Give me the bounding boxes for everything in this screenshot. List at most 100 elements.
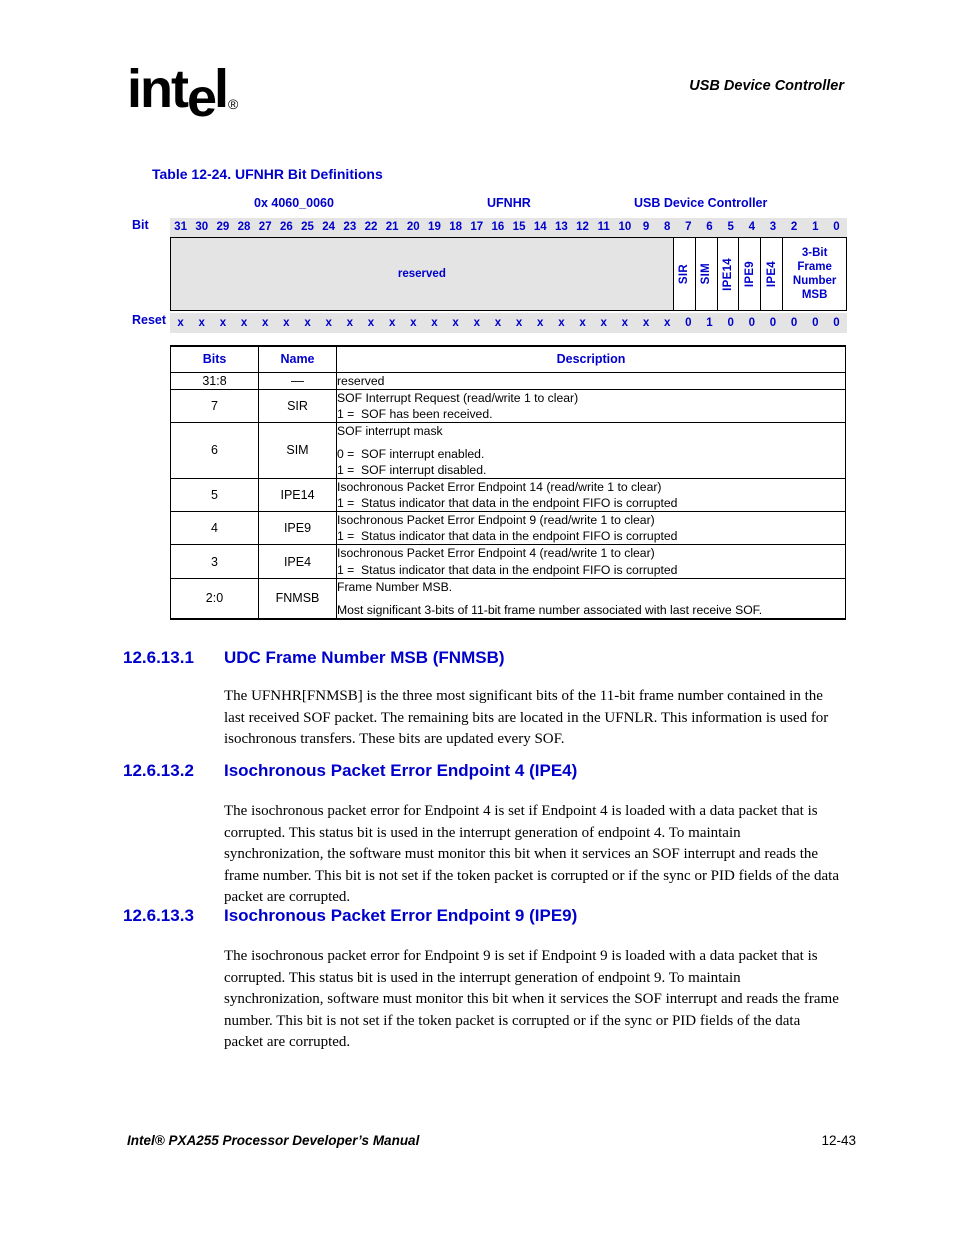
table-row: 6 SIM SOF interrupt mask 0 = SOF interrupt … xyxy=(170,421,846,480)
reset-value-bit-27: x xyxy=(262,317,269,329)
bit-field-row: reserved SIR SIM IPE14 IPE9 IPE4 3-Bit Frame Num… xyxy=(170,237,847,311)
section-title: Isochronous Packet Error Endpoint 4 (IPE… xyxy=(224,761,578,780)
reset-value-bit-26: x xyxy=(283,317,290,329)
description-line: 1 = Status indicator that data in the en… xyxy=(337,496,678,511)
cell-description: reserved xyxy=(336,371,846,390)
reset-value-bit-15: x xyxy=(515,317,523,329)
reset-value-bit-12: x xyxy=(579,317,586,329)
section-body: The UFNHR[FNMSB] is the three most signi… xyxy=(224,688,829,748)
bit-number-19: 19 xyxy=(428,221,441,233)
page-header: intel® USB Device Controller xyxy=(0,0,954,150)
table-row: 5 IPE14 Isochronous Packet Error Endpoint … xyxy=(170,478,846,513)
description-line: 0 = SOF interrupt enabled. xyxy=(337,446,485,461)
table-row: 3 IPE4 Isochronous Packet Error Endpoint 4… xyxy=(170,544,846,579)
bit-number-4: 4 xyxy=(748,221,755,233)
section-12-6-13-2: 12.6.13.2 Isochronous Packet Error Endpo… xyxy=(0,761,954,909)
section-heading: 12.6.13.2 Isochronous Packet Error Endpo… xyxy=(0,761,954,785)
bit-number-5: 5 xyxy=(727,221,734,233)
reset-value-bit-4: 0 xyxy=(748,317,755,329)
bit-field-sim: SIM xyxy=(695,238,718,310)
bit-field-label: IPE4 xyxy=(765,260,778,288)
reset-value-bit-14: x xyxy=(537,317,544,329)
reset-value-bit-23: x xyxy=(346,317,354,329)
cell-description: Isochronous Packet Error Endpoint 4 (rea… xyxy=(336,544,846,579)
footer-page-number: 12-43 xyxy=(821,1133,856,1148)
description-line: Frame Number MSB. xyxy=(337,579,453,594)
reset-value-bit-16: x xyxy=(494,317,502,329)
column-header-name: Name xyxy=(258,345,337,373)
table-row: 31:8— reserved xyxy=(170,371,846,390)
cell-bits: 5 xyxy=(170,478,259,513)
reset-value-bit-8: x xyxy=(663,317,671,329)
bit-grid: Bit 31 30 29 28 27 26 25 24 23 22 21 20 19 18 17 16 15 14… xyxy=(132,218,847,333)
bit-number-8: 8 xyxy=(663,221,671,233)
bit-number-25: 25 xyxy=(301,221,314,233)
reset-row-label: Reset xyxy=(132,313,167,327)
register-address: 0x 4060_0060 xyxy=(254,196,334,210)
bit-number-10: 10 xyxy=(618,221,632,233)
reset-value-bit-29: x xyxy=(219,317,227,329)
reset-value-bit-9: x xyxy=(642,317,650,329)
reset-value-bit-24: x xyxy=(325,317,332,329)
section-body: The isochronous packet error for Endpoin… xyxy=(224,803,839,906)
bit-number-2: 2 xyxy=(790,221,798,233)
bit-field-sir: SIR xyxy=(673,238,696,310)
cell-description: SOF interrupt mask 0 = SOF interrupt enab… xyxy=(336,421,846,480)
description-line: SOF interrupt mask xyxy=(337,423,443,438)
column-header-description: Description xyxy=(336,345,846,373)
reset-value-bit-22: x xyxy=(367,317,375,329)
bit-field-label: IPE9 xyxy=(743,260,756,288)
bit-number-15: 15 xyxy=(512,221,526,233)
bit-number-27: 27 xyxy=(258,221,272,233)
intel-logo-part-1: int xyxy=(127,59,189,119)
bit-number-6: 6 xyxy=(706,221,713,233)
reset-value-bit-17: x xyxy=(473,317,480,329)
cell-bits: 2:0 xyxy=(170,577,259,620)
reset-value-bit-11: x xyxy=(600,317,607,329)
bit-number-20: 20 xyxy=(406,221,420,233)
section-title: Isochronous Packet Error Endpoint 9 (IPE… xyxy=(224,906,578,925)
cell-bits: 4 xyxy=(170,511,259,546)
cell-bits: 31:8 xyxy=(170,371,259,390)
description-line: Most significant 3-bits of 11-bit frame … xyxy=(337,602,763,617)
bit-number-17: 17 xyxy=(470,221,484,233)
running-head: USB Device Controller xyxy=(689,78,844,94)
description-line: reserved xyxy=(337,373,385,388)
bit-field-label: IPE14 xyxy=(722,257,735,291)
bit-row-label: Bit xyxy=(132,218,149,232)
description-line: 1 = SOF has been received. xyxy=(337,406,493,421)
description-line: 1 = SOF interrupt disabled. xyxy=(337,462,487,477)
reset-value-bit-10: x xyxy=(621,317,629,329)
register-unit: USB Device Controller xyxy=(634,196,768,210)
cell-description: Isochronous Packet Error Endpoint 9 (rea… xyxy=(336,511,846,546)
table-caption: Table 12-24. UFNHR Bit Definitions xyxy=(152,166,383,182)
bit-field-label: reserved xyxy=(397,267,446,280)
bit-number-1: 1 xyxy=(812,221,819,233)
bit-number-3: 3 xyxy=(769,221,777,233)
reset-value-bit-18: x xyxy=(452,317,459,329)
reset-value-bit-5: 0 xyxy=(727,317,734,329)
cell-description: Isochronous Packet Error Endpoint 14 (re… xyxy=(336,478,846,513)
cell-name: SIM xyxy=(258,421,337,480)
cell-name: FNMSB xyxy=(258,577,337,620)
description-line: SOF Interrupt Request (read/write 1 to c… xyxy=(337,390,579,405)
table-row: 2:0 FNMSB Frame Number MSB. Most significan… xyxy=(170,577,846,620)
bit-number-29: 29 xyxy=(216,221,230,233)
description-line: 1 = Status indicator that data in the en… xyxy=(337,562,678,577)
bit-number-14: 14 xyxy=(533,221,547,233)
bit-field-ipe4: IPE4 xyxy=(761,238,784,310)
bit-number-24: 24 xyxy=(322,221,336,233)
reset-value-bit-1: 0 xyxy=(812,317,819,329)
bit-field-reserved: reserved xyxy=(171,238,674,310)
section-heading: 12.6.13.3 Isochronous Packet Error Endpo… xyxy=(0,906,954,930)
section-number: 12.6.13.3 xyxy=(123,906,194,925)
footer-manual-title: Intel® PXA255 Processor Developer’s Manu… xyxy=(127,1133,420,1148)
section-12-6-13-1: 12.6.13.1 UDC Frame Number MSB (FNMSB) T… xyxy=(0,648,954,751)
reset-value-bit-31: x xyxy=(177,317,184,329)
bit-field-3-bit-frame-number-msb: 3-Bit Frame Number MSB xyxy=(783,238,846,310)
cell-name: IPE14 xyxy=(258,478,337,513)
cell-bits: 3 xyxy=(170,544,259,579)
bit-number-16: 16 xyxy=(491,221,505,233)
table-row: 7 SIR SOF Interrupt Request (read/write 1 … xyxy=(170,388,846,423)
bit-field-label: 3-Bit Frame Number MSB xyxy=(792,246,837,302)
